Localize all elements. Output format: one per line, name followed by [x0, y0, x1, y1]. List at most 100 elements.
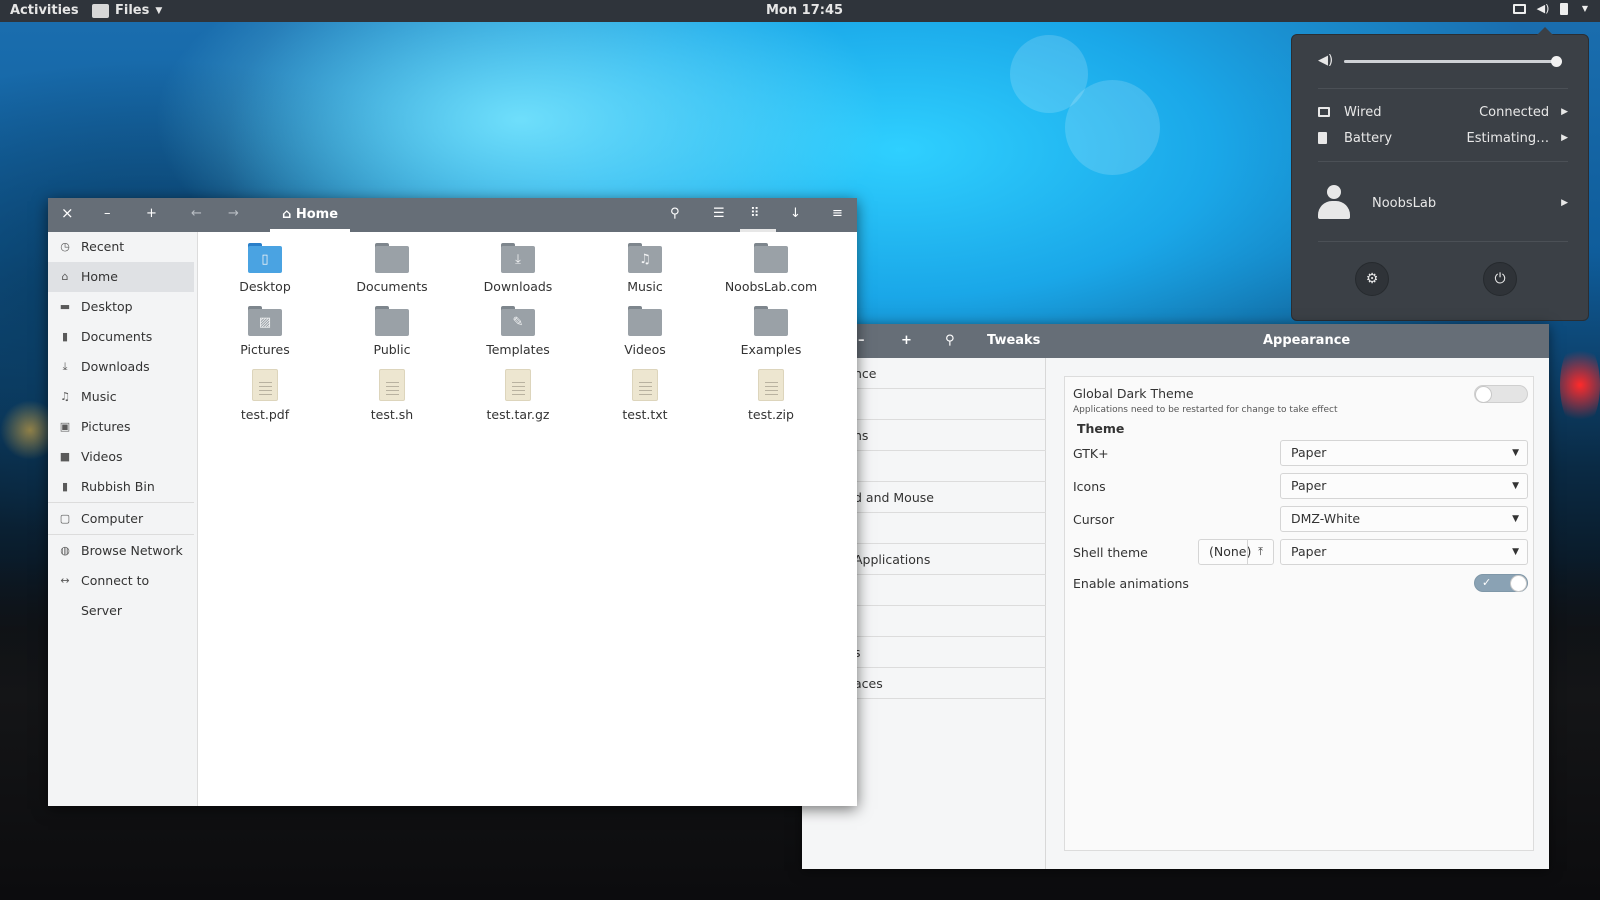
volume-slider-handle[interactable]: [1550, 56, 1562, 67]
minimize-button[interactable]: –: [858, 333, 865, 348]
sort-down-icon[interactable]: ↓: [790, 206, 801, 221]
sidebar-item-connect-to-server[interactable]: ↔ Connect to Server: [48, 566, 194, 618]
sidebar-item-pictures[interactable]: ▣ Pictures: [48, 412, 194, 442]
folder-item[interactable]: Examples: [716, 306, 826, 357]
user-row[interactable]: NoobsLab ▶: [1318, 185, 1568, 221]
activities-button[interactable]: Activities: [10, 3, 79, 18]
sidebar-item-home[interactable]: ⌂ Home: [48, 262, 194, 292]
search-icon[interactable]: ⚲: [670, 206, 680, 221]
document-icon: [252, 369, 278, 401]
animations-switch[interactable]: ✓: [1474, 574, 1528, 592]
upload-icon[interactable]: ⤒: [1247, 540, 1273, 564]
grid-view-icon[interactable]: ⠿: [750, 206, 760, 221]
file-item[interactable]: test.zip: [716, 369, 826, 422]
hamburger-menu-icon[interactable]: ≡: [832, 206, 843, 221]
sidebar-item-desktop[interactable]: ▬ Desktop: [48, 292, 194, 322]
shell-theme-label: Shell theme: [1073, 545, 1148, 560]
sidebar-item-computer[interactable]: ▢ Computer: [48, 504, 194, 534]
breadcrumb-home[interactable]: ⌂ Home: [270, 198, 351, 232]
folder-icon: [754, 243, 788, 273]
cursor-theme-dropdown[interactable]: DMZ-White ▼: [1280, 506, 1528, 532]
sidebar-item-recent[interactable]: ◷ Recent: [48, 232, 194, 262]
folder-item[interactable]: NoobsLab.com: [716, 243, 826, 294]
chevron-right-icon: ▶: [1561, 133, 1568, 143]
sidebar-item-videos[interactable]: ■ Videos: [48, 442, 194, 472]
settings-button[interactable]: ⚙: [1355, 262, 1389, 296]
sidebar-item-browse-network[interactable]: ◍ Browse Network: [48, 536, 194, 566]
global-dark-switch[interactable]: [1474, 385, 1528, 403]
music-icon: ♫: [60, 390, 70, 403]
global-dark-note: Applications need to be restarted for ch…: [1073, 405, 1338, 415]
folder-icon: ♫: [628, 243, 662, 273]
file-item[interactable]: test.tar.gz: [463, 369, 573, 422]
sidebar-item-label: Documents: [81, 329, 153, 344]
file-item[interactable]: test.pdf: [210, 369, 320, 422]
wired-row[interactable]: Wired Connected ▶: [1318, 102, 1568, 122]
item-name: Pictures: [240, 342, 290, 357]
close-button[interactable]: ×: [61, 204, 74, 222]
system-menu: ◀) Wired Connected ▶ Battery Estimating……: [1291, 27, 1589, 321]
avatar: [1318, 185, 1350, 221]
gtk-theme-value: Paper: [1291, 445, 1327, 460]
tweaks-title: Tweaks: [987, 333, 1041, 348]
folder-icon: [375, 243, 409, 273]
item-name: test.tar.gz: [486, 407, 550, 422]
shell-theme-none-button[interactable]: (None) ⤒: [1198, 539, 1274, 565]
file-item[interactable]: test.sh: [337, 369, 447, 422]
cursor-label: Cursor: [1073, 512, 1115, 527]
shell-theme-dropdown[interactable]: Paper ▼: [1280, 539, 1528, 565]
volume-slider[interactable]: [1344, 56, 1562, 67]
gtk-theme-dropdown[interactable]: Paper ▼: [1280, 440, 1528, 466]
document-icon: [632, 369, 658, 401]
app-menu-label: Files: [115, 3, 150, 18]
list-view-icon[interactable]: ☰: [713, 206, 725, 221]
folder-item[interactable]: ▯ Desktop: [210, 243, 320, 294]
sidebar-item-label: Desktop: [81, 299, 133, 314]
document-icon: [505, 369, 531, 401]
battery-row[interactable]: Battery Estimating… ▶: [1318, 128, 1568, 148]
app-menu-button[interactable]: Files ▼: [92, 3, 162, 18]
global-dark-row: Global Dark Theme: [1073, 381, 1528, 407]
item-name: Public: [373, 342, 411, 357]
minimize-button[interactable]: –: [104, 206, 111, 221]
folder-item[interactable]: ⤓ Downloads: [463, 243, 573, 294]
icons-label: Icons: [1073, 479, 1106, 494]
forward-arrow-icon[interactable]: →: [228, 206, 239, 221]
system-tray[interactable]: ◀) ▼: [1513, 3, 1592, 15]
folder-item[interactable]: ✎ Templates: [463, 306, 573, 357]
folder-item[interactable]: Videos: [590, 306, 700, 357]
sidebar-item-music[interactable]: ♫ Music: [48, 382, 194, 412]
browse-network-icon: ◍: [60, 544, 70, 557]
wallpaper-glow: [1560, 340, 1600, 430]
volume-row: ◀): [1318, 52, 1568, 72]
folder-icon: [628, 306, 662, 336]
folder-item[interactable]: ▨ Pictures: [210, 306, 320, 357]
clock[interactable]: Mon 17:45: [766, 3, 843, 18]
sidebar-item-downloads[interactable]: ⤓ Downloads: [48, 352, 194, 382]
cursor-theme-value: DMZ-White: [1291, 511, 1361, 526]
folder-item[interactable]: Public: [337, 306, 447, 357]
display-icon: [1513, 4, 1526, 14]
wired-status: Connected: [1479, 104, 1550, 120]
sidebar-item-documents[interactable]: ▮ Documents: [48, 322, 194, 352]
sidebar-item-label: Home: [81, 269, 118, 284]
search-icon[interactable]: ⚲: [945, 333, 955, 348]
sidebar-item-rubbish-bin[interactable]: ▮ Rubbish Bin: [48, 472, 194, 502]
item-name: test.txt: [622, 407, 668, 422]
maximize-button[interactable]: +: [146, 206, 157, 221]
power-icon: ⏻: [1494, 271, 1506, 287]
file-item[interactable]: test.txt: [590, 369, 700, 422]
battery-label: Battery: [1344, 130, 1393, 146]
power-button[interactable]: ⏻: [1483, 262, 1517, 296]
shell-theme-row: Shell theme (None) ⤒ Paper ▼: [1073, 539, 1528, 565]
sidebar-item-label: Recent: [81, 239, 125, 254]
shell-theme-value: Paper: [1291, 544, 1327, 559]
folder-item[interactable]: Documents: [337, 243, 447, 294]
sidebar-item-label: Rubbish Bin: [81, 479, 155, 494]
back-arrow-icon[interactable]: ←: [191, 206, 202, 221]
icons-theme-dropdown[interactable]: Paper ▼: [1280, 473, 1528, 499]
maximize-button[interactable]: +: [901, 333, 912, 348]
home-icon: ⌂: [61, 270, 69, 283]
folder-item[interactable]: ♫ Music: [590, 243, 700, 294]
item-name: NoobsLab.com: [724, 279, 818, 294]
